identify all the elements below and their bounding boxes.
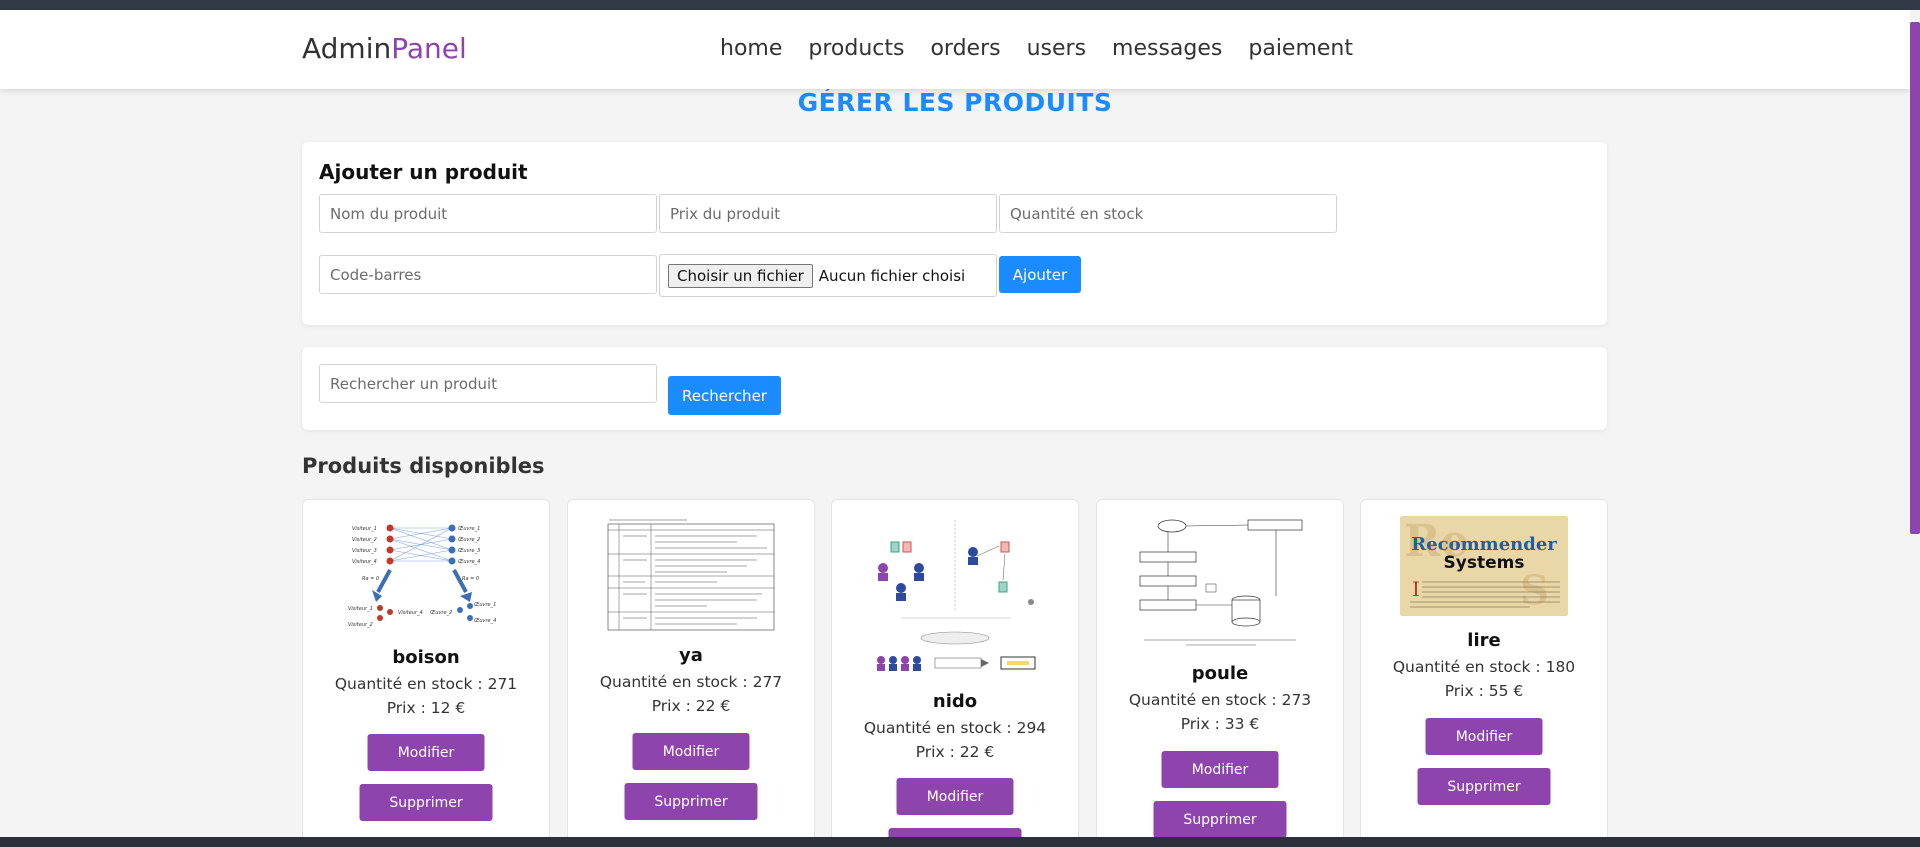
- product-price: Prix : 22 €: [651, 697, 731, 715]
- available-products-title: Produits disponibles: [302, 454, 545, 478]
- product-name: ya: [679, 645, 703, 666]
- svg-text:Visiteur_1: Visiteur_1: [348, 606, 373, 612]
- logo-admin-text: Admin: [302, 32, 392, 65]
- svg-text:Œuvre_3: Œuvre_3: [458, 548, 480, 554]
- product-card-ya: ya Quantité en stock : 277 Prix : 22 € M…: [567, 499, 815, 847]
- add-product-button[interactable]: Ajouter: [999, 256, 1081, 293]
- product-name: nido: [932, 691, 978, 712]
- add-product-title: Ajouter un produit: [319, 160, 528, 184]
- product-price-input[interactable]: [659, 194, 997, 233]
- product-card-lire: Re S Recommender Systems I lire Quantité…: [1360, 499, 1608, 847]
- modify-product-button[interactable]: Modifier: [367, 734, 485, 771]
- nav-home[interactable]: home: [720, 36, 782, 61]
- svg-text:Œuvre_1: Œuvre_1: [474, 602, 496, 608]
- search-button[interactable]: Rechercher: [668, 376, 781, 415]
- product-image: [607, 516, 775, 632]
- svg-text:Œuvre_4: Œuvre_4: [458, 559, 480, 565]
- nav-paiement[interactable]: paiement: [1248, 36, 1353, 61]
- modify-product-button[interactable]: Modifier: [1425, 718, 1543, 755]
- svg-text:Visiteur_4: Visiteur_4: [352, 559, 377, 565]
- product-card-poule: poule Quantité en stock : 273 Prix : 33 …: [1096, 499, 1344, 847]
- svg-text:Œuvre_4: Œuvre_4: [474, 618, 496, 624]
- svg-text:Œuvre_2: Œuvre_2: [430, 610, 452, 616]
- search-product-input[interactable]: [319, 364, 657, 403]
- nav-products[interactable]: products: [808, 36, 904, 61]
- product-image: [1136, 516, 1304, 650]
- product-card-boison: Visiteur_1 Visiteur_2 Visiteur_3 Visiteur_4…: [302, 499, 550, 847]
- page-title: GÉRER LES PRODUITS: [797, 88, 1113, 117]
- product-stock: Quantité en stock : 277: [599, 673, 783, 691]
- modify-product-button[interactable]: Modifier: [632, 733, 750, 770]
- svg-text:Œuvre_1: Œuvre_1: [458, 526, 480, 532]
- product-stock: Quantité en stock : 271: [334, 675, 518, 693]
- svg-text:Visiteur_2: Visiteur_2: [348, 622, 373, 628]
- product-stock: Quantité en stock : 273: [1128, 691, 1312, 709]
- file-upload-field[interactable]: Choisir un fichier Aucun fichier choisi: [659, 254, 997, 297]
- product-name-input[interactable]: [319, 194, 657, 233]
- delete-product-button[interactable]: Supprimer: [359, 784, 493, 821]
- nav-messages[interactable]: messages: [1112, 36, 1222, 61]
- delete-product-button[interactable]: Supprimer: [1153, 801, 1287, 838]
- svg-text:Œuvre_2: Œuvre_2: [458, 537, 480, 543]
- product-image: Re S Recommender Systems I: [1400, 516, 1568, 616]
- taskbar-strip: [0, 837, 1920, 847]
- svg-text:Ra = 0: Ra = 0: [362, 576, 379, 582]
- product-image: [871, 516, 1039, 678]
- product-card-nido: nido Quantité en stock : 294 Prix : 22 €…: [831, 499, 1079, 847]
- modify-product-button[interactable]: Modifier: [1161, 751, 1279, 788]
- top-navbar: AdminPanel home products orders users me…: [0, 10, 1910, 89]
- product-stock: Quantité en stock : 294: [863, 719, 1047, 737]
- delete-product-button[interactable]: Supprimer: [1417, 768, 1551, 805]
- thumb-systems-text: Systems: [1444, 553, 1525, 573]
- add-product-card: Ajouter un produit Choisir un fichier Au…: [302, 142, 1607, 325]
- svg-text:Visiteur_2: Visiteur_2: [352, 537, 377, 543]
- nav-users[interactable]: users: [1027, 36, 1086, 61]
- svg-text:Visiteur_4: Visiteur_4: [398, 610, 423, 616]
- main-nav: home products orders users messages paie…: [720, 36, 1379, 61]
- product-stock-input[interactable]: [999, 194, 1337, 233]
- nav-orders[interactable]: orders: [930, 36, 1000, 61]
- product-name: boison: [392, 647, 460, 668]
- barcode-input[interactable]: [319, 255, 657, 294]
- thumb-recommender-text: Recommender: [1411, 534, 1557, 555]
- search-card: Rechercher: [302, 347, 1607, 430]
- svg-text:Ra = 0: Ra = 0: [462, 576, 479, 582]
- choose-file-button[interactable]: Choisir un fichier: [668, 263, 813, 288]
- page-scrollbar-thumb[interactable]: [1910, 22, 1920, 534]
- svg-text:I: I: [1412, 577, 1420, 601]
- file-status-label: Aucun fichier choisi: [818, 266, 966, 285]
- product-image: Visiteur_1 Visiteur_2 Visiteur_3 Visiteur_4…: [342, 518, 510, 634]
- product-name: lire: [1467, 630, 1501, 651]
- svg-text:Visiteur_3: Visiteur_3: [352, 548, 377, 554]
- delete-product-button[interactable]: Supprimer: [624, 783, 758, 820]
- product-price: Prix : 33 €: [1180, 715, 1260, 733]
- product-price: Prix : 55 €: [1444, 682, 1524, 700]
- product-stock: Quantité en stock : 180: [1392, 658, 1576, 676]
- logo-panel-text: Panel: [391, 32, 467, 65]
- product-name: poule: [1191, 663, 1249, 684]
- browser-top-strip: [0, 0, 1920, 10]
- admin-panel-logo[interactable]: AdminPanel: [302, 32, 467, 65]
- svg-text:Visiteur_1: Visiteur_1: [352, 526, 377, 532]
- product-price: Prix : 12 €: [386, 699, 466, 717]
- product-price: Prix : 22 €: [915, 743, 995, 761]
- modify-product-button[interactable]: Modifier: [896, 778, 1014, 815]
